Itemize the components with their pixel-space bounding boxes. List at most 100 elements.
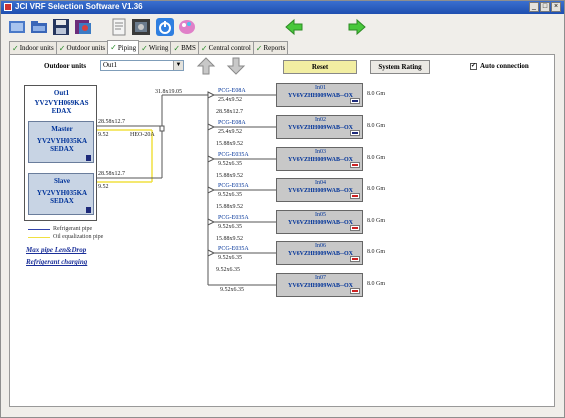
branch-joint-label: PCG-E035A [218,215,249,221]
branch-pipe-size: 9.52x6.35 [218,192,242,198]
unit-indicator-icon [86,207,91,213]
window-title: JCI VRF Selection Software V1.36 [15,2,143,11]
unit-tag-icon [350,288,360,294]
outdoor-model: YV2VYH069KAS EDAX [34,99,89,115]
legend-label: Refrigerant pipe [53,226,93,232]
check-icon: ✓ [200,43,208,53]
indoor-unit-box[interactable]: In07 YV6VZHH009WAB--OX [276,273,363,297]
arrow-right-icon[interactable] [347,17,367,37]
new-file-icon[interactable] [7,17,27,37]
tab-indoor-units[interactable]: ✓ Indoor units [9,41,57,54]
tab-central-control[interactable]: ✓ Central control [197,41,254,54]
main-pipe-size: 31.8x19.05 [155,89,182,95]
unit-tag-icon [350,130,360,136]
master-gas-pipe-size: 28.58x12.7 [98,119,125,125]
project-icon[interactable] [73,17,93,37]
close-button[interactable]: × [551,2,561,12]
tab-label: Wiring [148,44,169,52]
tab-outdoor-units[interactable]: ✓ Outdoor units [55,41,109,54]
save-disk-icon[interactable] [51,17,71,37]
outdoor-unit-group[interactable]: Out1 YV2VYH069KAS EDAX Master YV2VYH035K… [24,85,97,221]
master-liquid-pipe-size: 9.52 [98,132,109,138]
palette-icon[interactable] [177,17,197,37]
piping-panel: Outdoor units Out1 ▼ Reset System Rating… [9,54,555,407]
slave-unit[interactable]: Slave YV2VYH035KA SEDAX [28,173,94,215]
indoor-unit-box[interactable]: In03 YV6VZHH009WAB--OX [276,147,363,171]
refrigerant-charging-link[interactable]: Refrigerant charging [26,256,87,268]
indoor-unit-box[interactable]: In01 YV6VZHH009WAB--OX [276,83,363,107]
master-label: Master [51,125,73,133]
last-pipe-size: 9.52x6.35 [220,287,244,293]
branch-pipe-size: 25.4x9.52 [218,129,242,135]
slave-model: YV2VYH035KA SEDAX [36,189,88,205]
indoor-unit-name: In07 [315,275,326,281]
app-icon [4,3,12,11]
indoor-capacity: 8.0 Gm [367,91,385,97]
indoor-unit-name: In02 [315,117,326,123]
monitor-icon[interactable] [131,17,151,37]
refrigerant-swatch [28,228,50,230]
arrow-left-icon[interactable] [284,17,304,37]
indoor-capacity: 8.0 Gm [367,218,385,224]
branch-pipe-size: 9.52x6.35 [218,224,242,230]
indoor-unit-name: In05 [315,212,326,218]
tab-bms[interactable]: ✓ BMS [170,41,199,54]
check-icon: ✓ [173,43,181,53]
unit-tag-icon [350,162,360,168]
report-icon[interactable] [109,17,129,37]
piping-links: Max pipe Len&Drop Refrigerant charging [26,244,87,268]
indoor-capacity: 8.0 Gm [367,186,385,192]
unit-tag-icon [350,98,360,104]
indoor-unit-box[interactable]: In05 YV6VZHH009WAB--OX [276,210,363,234]
indoor-unit-name: In01 [315,85,326,91]
tab-label: Reports [263,44,286,52]
master-unit[interactable]: Master YV2VYH035KA SEDAX [28,121,94,163]
slave-liquid-pipe-size: 9.52 [98,184,109,190]
branch-pipe-size: 9.52x6.35 [218,161,242,167]
title-bar: JCI VRF Selection Software V1.36 _ □ × [1,1,564,14]
branch-joint-label: PCG-E035A [218,152,249,158]
joint-marker [159,125,165,132]
indoor-unit-box[interactable]: In02 YV6VZHH009WAB--OX [276,115,363,139]
power-icon[interactable] [155,17,175,37]
unit-tag-icon [350,225,360,231]
check-icon: ✓ [58,43,66,53]
open-folder-icon[interactable] [29,17,49,37]
segment-pipe-size: 15.88x9.52 [216,236,243,242]
tab-label: Central control [208,44,251,52]
check-icon: ✓ [141,43,148,53]
oil-swatch [28,236,50,238]
segment-pipe-size: 15.88x9.52 [216,204,243,210]
unit-indicator-icon [86,155,91,161]
indoor-capacity: 8.0 Gm [367,155,385,161]
indoor-capacity: 8.0 Gm [367,249,385,255]
branch-joint-label: PCG-E035A [218,246,249,252]
application-window: JCI VRF Selection Software V1.36 _ □ × ✓… [0,0,565,418]
tab-strip: ✓ Indoor units ✓ Outdoor units ✓ Piping ✓ Wi… [9,40,289,54]
indoor-unit-box[interactable]: In04 YV6VZHH009WAB--OX [276,178,363,202]
max-pipe-link[interactable]: Max pipe Len&Drop [26,244,87,256]
indoor-unit-box[interactable]: In06 YV6VZHH009WAB--OX [276,241,363,265]
indoor-capacity: 8.0 Gm [367,123,385,129]
branch-joint-label: PCG-E035A [218,183,249,189]
tab-reports[interactable]: ✓ Reports [252,41,289,54]
indoor-unit-name: In03 [315,149,326,155]
tab-label: Outdoor units [66,44,106,52]
minimize-button[interactable]: _ [529,2,539,12]
branch-joint-label: PCG-E08A [218,88,246,94]
segment-pipe-size: 15.88x9.52 [216,141,243,147]
indoor-unit-name: In06 [315,243,326,249]
maximize-button[interactable]: □ [540,2,550,12]
check-icon: ✓ [12,43,19,53]
branch-pipe-size: 25.4x9.52 [218,97,242,103]
indoor-unit-name: In04 [315,180,326,186]
tab-piping[interactable]: ✓ Piping [107,40,140,54]
tab-label: BMS [181,44,196,52]
branch-pipe-size: 9.52x6.35 [218,255,242,261]
indoor-capacity: 8.0 Gm [367,281,385,287]
outdoor-name: Out1 [53,89,70,97]
check-icon: ✓ [255,43,263,53]
pipe-legend: Refrigerant pipe Oil equalization pipe [28,225,103,241]
legend-label: Oil equalization pipe [53,234,104,240]
tab-wiring[interactable]: ✓ Wiring [138,41,172,54]
